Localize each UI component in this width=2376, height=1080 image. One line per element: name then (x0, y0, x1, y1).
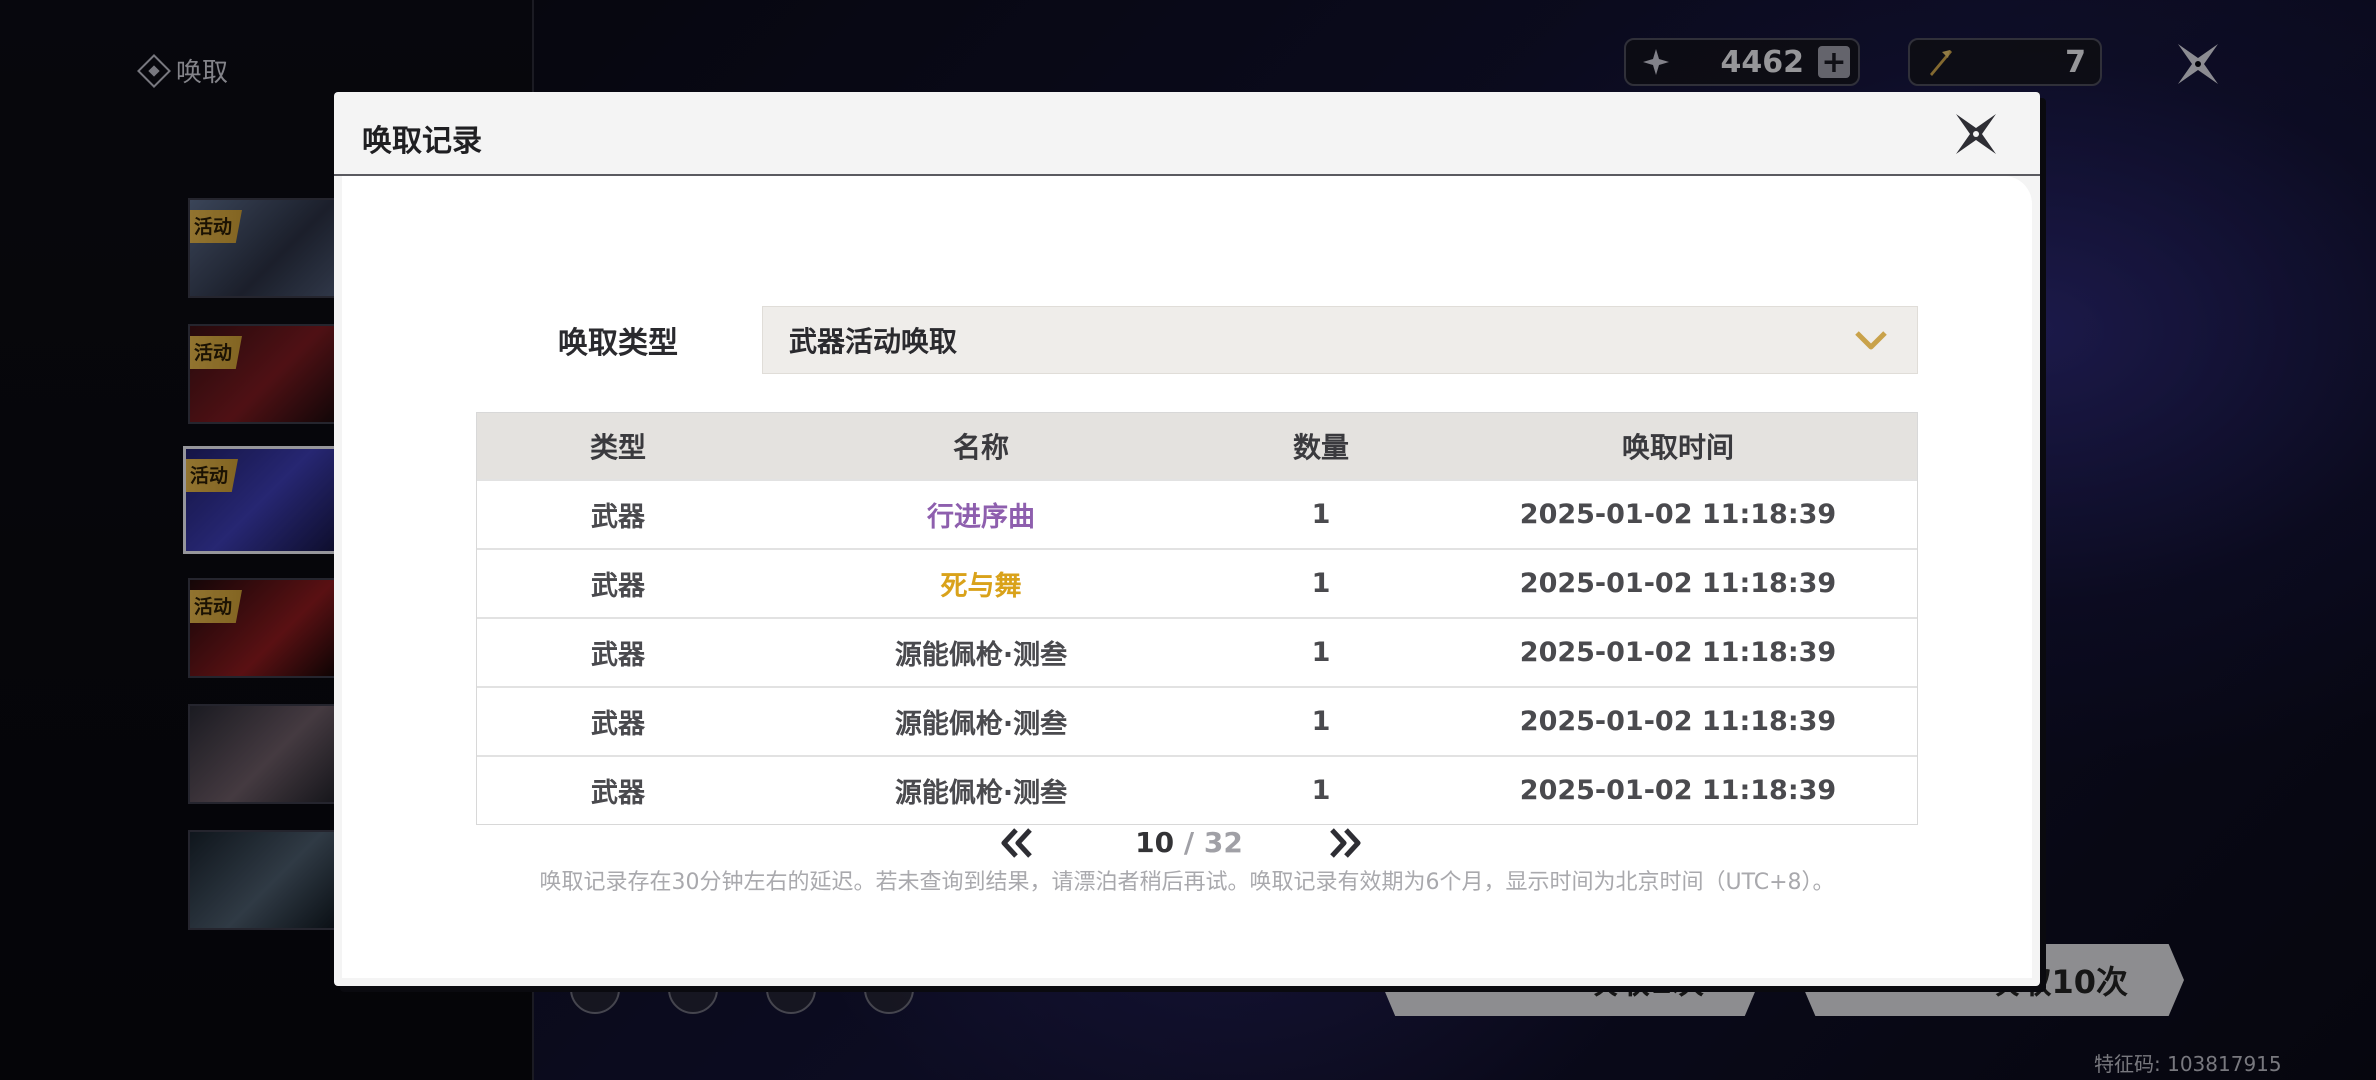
current-page: 10 (1135, 826, 1175, 859)
cell-count: 1 (1311, 637, 1331, 668)
cell-count: 1 (1311, 568, 1331, 599)
cell-name: 行进序曲 (927, 502, 1035, 533)
convene-type-label: 唤取类型 (558, 326, 678, 361)
cell-time: 2025-01-02 11:18:39 (1519, 706, 1837, 737)
page-separator: / (1183, 826, 1195, 859)
cell-time: 2025-01-02 11:18:39 (1519, 499, 1837, 530)
dialog-header: 唤取记录 (334, 92, 2040, 176)
cell-time: 2025-01-02 11:18:39 (1519, 775, 1837, 806)
cell-time: 2025-01-02 11:18:39 (1519, 637, 1837, 668)
cell-name: 源能佩枪·测叁 (894, 709, 1068, 740)
table-header: 类型 名称 数量 唤取时间 (477, 413, 1917, 479)
total-pages: 32 (1203, 826, 1243, 859)
column-header-time: 唤取时间 (1621, 431, 1734, 464)
chevron-down-icon (1855, 331, 1887, 350)
dialog-title: 唤取记录 (362, 124, 482, 159)
dialog-close-button[interactable] (1948, 106, 2004, 162)
cell-count: 1 (1311, 706, 1331, 737)
cell-name: 源能佩枪·测叁 (894, 640, 1068, 671)
cell-count: 1 (1311, 775, 1331, 806)
column-header-count: 数量 (1292, 431, 1349, 464)
page-indicator: 10 / 32 (1064, 826, 1314, 859)
history-table: 类型 名称 数量 唤取时间 武器 行进序曲 1 2025-01-02 11:18… (476, 412, 1918, 825)
table-row: 武器 死与舞 1 2025-01-02 11:18:39 (477, 548, 1917, 617)
cell-type: 武器 (591, 502, 645, 533)
close-icon (1956, 114, 1996, 154)
cell-type: 武器 (591, 640, 645, 671)
cell-name: 源能佩枪·测叁 (894, 778, 1068, 809)
column-header-type: 类型 (589, 431, 646, 464)
convene-type-value: 武器活动唤取 (789, 325, 958, 358)
table-row: 武器 源能佩枪·测叁 1 2025-01-02 11:18:39 (477, 617, 1917, 686)
convene-type-dropdown[interactable]: 武器活动唤取 (762, 306, 1918, 374)
cell-time: 2025-01-02 11:18:39 (1519, 568, 1837, 599)
cell-count: 1 (1311, 499, 1331, 530)
table-row: 武器 行进序曲 1 2025-01-02 11:18:39 (477, 479, 1917, 548)
cell-type: 武器 (591, 571, 645, 602)
pagination: 10 / 32 (334, 820, 2040, 870)
previous-page-button[interactable] (998, 826, 1036, 860)
next-page-button[interactable] (1326, 826, 1364, 860)
cell-name: 死与舞 (940, 571, 1022, 602)
table-row: 武器 源能佩枪·测叁 1 2025-01-02 11:18:39 (477, 686, 1917, 755)
column-header-name: 名称 (952, 431, 1009, 464)
table-row: 武器 源能佩枪·测叁 1 2025-01-02 11:18:39 (477, 755, 1917, 824)
cell-type: 武器 (591, 709, 645, 740)
cell-type: 武器 (591, 778, 645, 809)
